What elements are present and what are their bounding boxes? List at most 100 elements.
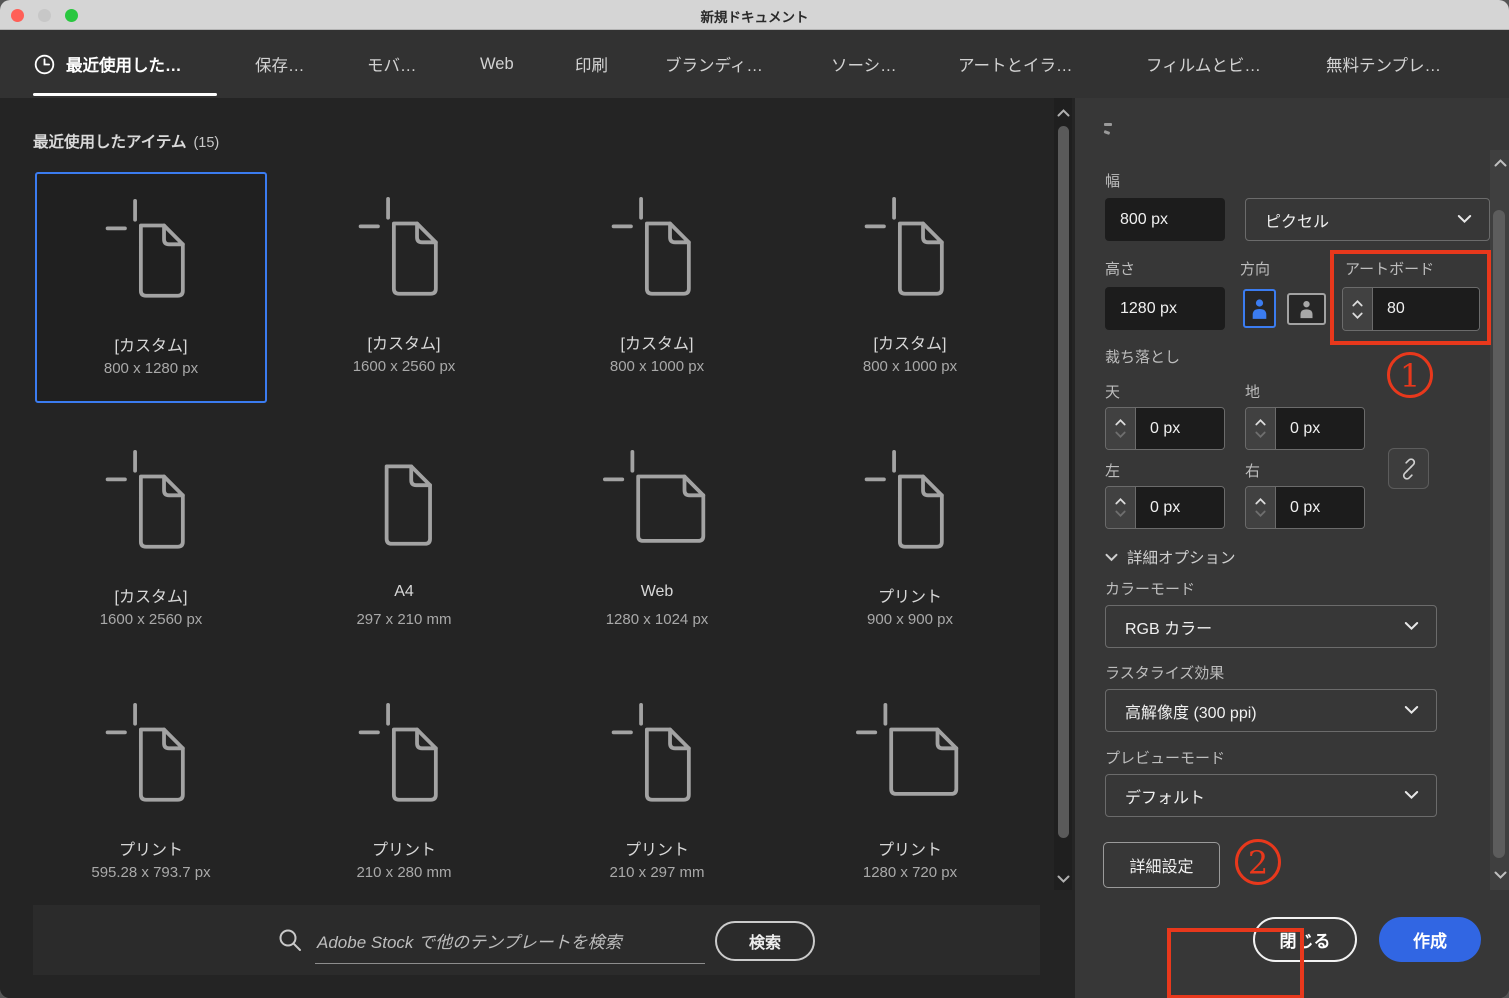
recent-item-custom-800x1280[interactable]: [カスタム] 800 x 1280 px bbox=[35, 172, 267, 403]
landscape-person-icon bbox=[1299, 299, 1314, 319]
clipped-text-fragment bbox=[1104, 130, 1110, 134]
scroll-down-icon[interactable] bbox=[1056, 874, 1070, 884]
clock-icon bbox=[33, 53, 56, 76]
item-size: 210 x 280 mm bbox=[288, 864, 520, 881]
bleed-bottom-stepper[interactable]: 0 px bbox=[1245, 407, 1365, 450]
tab-film-video[interactable]: フィルムとビ… bbox=[1146, 30, 1261, 98]
bleed-right-input[interactable]: 0 px bbox=[1276, 487, 1364, 528]
bleed-bottom-label: 地 bbox=[1245, 381, 1260, 402]
recent-item-print-595x793[interactable]: プリント 595.28 x 793.7 px bbox=[35, 678, 267, 909]
active-tab-underline bbox=[33, 93, 217, 96]
bleed-left-label: 左 bbox=[1105, 460, 1120, 481]
chevron-down-icon bbox=[1404, 702, 1419, 720]
stepper-arrows[interactable] bbox=[1246, 487, 1276, 528]
chevron-down-icon bbox=[1255, 431, 1266, 438]
artboard-count-input[interactable]: 80 bbox=[1373, 288, 1479, 330]
chevron-up-icon bbox=[1255, 419, 1266, 426]
scroll-down-icon[interactable] bbox=[1493, 870, 1507, 880]
tab-print[interactable]: 印刷 bbox=[575, 30, 608, 98]
recent-item-print-210x297[interactable]: プリント 210 x 297 mm bbox=[541, 678, 773, 909]
recent-item-custom-1600x2560-b[interactable]: [カスタム] 1600 x 2560 px bbox=[35, 425, 267, 656]
recent-items-count: (15) bbox=[193, 135, 219, 151]
bleed-right-stepper[interactable]: 0 px bbox=[1245, 486, 1365, 529]
bleed-left-stepper[interactable]: 0 px bbox=[1105, 486, 1225, 529]
document-icon bbox=[35, 449, 267, 559]
chevron-down-icon bbox=[1115, 431, 1126, 438]
tab-free-templates[interactable]: 無料テンプレ… bbox=[1326, 30, 1441, 98]
chevron-up-icon bbox=[1115, 419, 1126, 426]
artboard-stepper[interactable]: 80 bbox=[1342, 287, 1480, 331]
advanced-options-toggle[interactable]: 詳細オプション bbox=[1105, 546, 1236, 568]
bleed-left-input[interactable]: 0 px bbox=[1136, 487, 1224, 528]
item-size: 1280 x 720 px bbox=[794, 864, 1026, 881]
recent-item-custom-1600x2560[interactable]: [カスタム] 1600 x 2560 px bbox=[288, 172, 520, 403]
recent-item-custom-800x1000[interactable]: [カスタム] 800 x 1000 px bbox=[541, 172, 773, 403]
bleed-bottom-input[interactable]: 0 px bbox=[1276, 408, 1364, 449]
chevron-down-icon bbox=[1255, 510, 1266, 517]
item-name: [カスタム] bbox=[794, 330, 1026, 354]
stepper-arrows[interactable] bbox=[1106, 487, 1136, 528]
left-scrollbar-thumb[interactable] bbox=[1058, 126, 1069, 838]
create-button[interactable]: 作成 bbox=[1379, 917, 1481, 962]
item-name: [カスタム] bbox=[288, 330, 520, 354]
chevron-up-icon bbox=[1352, 300, 1363, 307]
scroll-up-icon[interactable] bbox=[1493, 158, 1507, 168]
recent-item-print-900x900[interactable]: プリント 900 x 900 px bbox=[794, 425, 1026, 656]
height-input[interactable]: 1280 px bbox=[1105, 287, 1225, 330]
tab-recent[interactable]: 最近使用した… bbox=[33, 30, 182, 98]
search-input[interactable]: Adobe Stock で他のテンプレートを検索 bbox=[317, 928, 622, 953]
width-input[interactable]: 800 px bbox=[1105, 198, 1225, 241]
titlebar: 新規ドキュメント bbox=[0, 0, 1509, 30]
template-search-bar: Adobe Stock で他のテンプレートを検索 検索 bbox=[33, 905, 1040, 975]
document-icon bbox=[541, 196, 773, 306]
stepper-arrows[interactable] bbox=[1106, 408, 1136, 449]
chevron-down-icon bbox=[1105, 553, 1118, 562]
tab-branding[interactable]: ブランディ… bbox=[665, 30, 763, 98]
category-tab-bar: 最近使用した… 保存… モバ… Web 印刷 ブランディ… ソーシ… アートとイ… bbox=[0, 30, 1509, 98]
search-button[interactable]: 検索 bbox=[715, 921, 815, 961]
link-bleed-values-button[interactable] bbox=[1388, 448, 1429, 489]
tab-social[interactable]: ソーシ… bbox=[831, 30, 897, 98]
color-mode-dropdown[interactable]: RGB カラー bbox=[1105, 605, 1437, 648]
link-icon bbox=[1398, 458, 1420, 480]
raster-effects-dropdown[interactable]: 高解像度 (300 ppi) bbox=[1105, 689, 1437, 732]
right-scrollbar-thumb[interactable] bbox=[1493, 210, 1505, 858]
document-icon bbox=[288, 196, 520, 306]
recent-item-a4[interactable]: A4 297 x 210 mm bbox=[288, 425, 520, 656]
scroll-up-icon[interactable] bbox=[1056, 108, 1070, 118]
recent-items-panel: 最近使用したアイテム(15) [カスタム] 800 x 1280 px [カスタ… bbox=[0, 98, 1075, 998]
bleed-top-stepper[interactable]: 0 px bbox=[1105, 407, 1225, 450]
item-name: [カスタム] bbox=[541, 330, 773, 354]
document-icon bbox=[794, 449, 1026, 559]
recent-item-web-1280x1024[interactable]: Web 1280 x 1024 px bbox=[541, 425, 773, 656]
more-settings-button[interactable]: 詳細設定 bbox=[1103, 842, 1220, 888]
unit-dropdown[interactable]: ピクセル bbox=[1245, 198, 1490, 241]
item-name: プリント bbox=[541, 836, 773, 860]
item-size: 1600 x 2560 px bbox=[288, 358, 520, 375]
tab-art-illustration[interactable]: アートとイラ… bbox=[958, 30, 1073, 98]
chevron-down-icon bbox=[1352, 312, 1363, 319]
chevron-up-icon bbox=[1115, 498, 1126, 505]
close-button[interactable]: 閉じる bbox=[1253, 917, 1357, 962]
recent-item-print-1280x720[interactable]: プリント 1280 x 720 px bbox=[794, 678, 1026, 909]
preview-mode-dropdown[interactable]: デフォルト bbox=[1105, 774, 1437, 817]
item-size: 800 x 1000 px bbox=[794, 358, 1026, 375]
stepper-arrows[interactable] bbox=[1246, 408, 1276, 449]
item-name: プリント bbox=[794, 836, 1026, 860]
stepper-arrows[interactable] bbox=[1343, 288, 1373, 330]
tab-mobile[interactable]: モバ… bbox=[367, 30, 417, 98]
tab-web[interactable]: Web bbox=[480, 30, 514, 98]
color-mode-label: カラーモード bbox=[1105, 578, 1195, 599]
recent-item-print-210x280[interactable]: プリント 210 x 280 mm bbox=[288, 678, 520, 909]
orientation-portrait-button[interactable] bbox=[1243, 289, 1276, 328]
chevron-down-icon bbox=[1404, 618, 1419, 636]
item-size: 800 x 1280 px bbox=[37, 360, 265, 377]
item-name: [カスタム] bbox=[37, 332, 265, 356]
recent-item-custom-800x1000-b[interactable]: [カスタム] 800 x 1000 px bbox=[794, 172, 1026, 403]
bleed-top-input[interactable]: 0 px bbox=[1136, 408, 1224, 449]
portrait-person-icon bbox=[1251, 297, 1268, 320]
chevron-down-icon bbox=[1457, 211, 1472, 229]
bleed-label: 裁ち落とし bbox=[1105, 346, 1180, 367]
orientation-landscape-button[interactable] bbox=[1287, 293, 1326, 325]
tab-saved[interactable]: 保存… bbox=[255, 30, 305, 98]
